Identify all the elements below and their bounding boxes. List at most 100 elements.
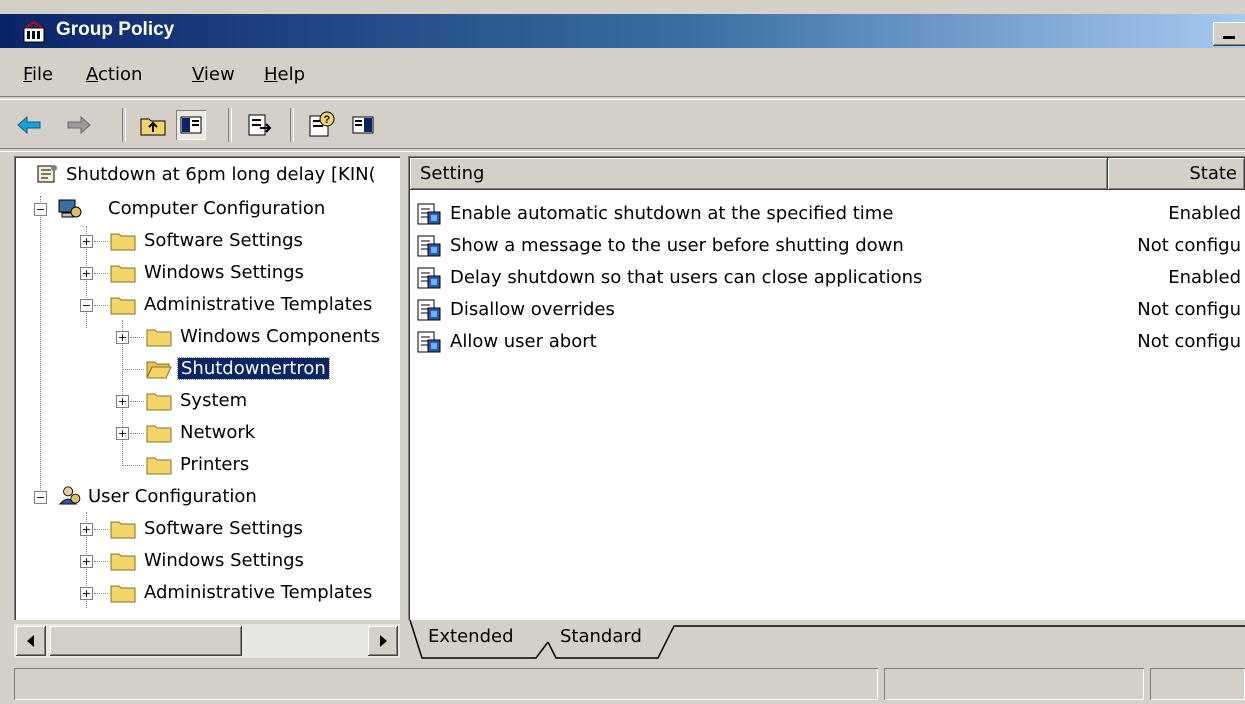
svg-text:?: ?: [324, 114, 331, 126]
column-header-label: State: [1189, 163, 1237, 184]
tree-item-computer-configuration[interactable]: − Computer Configuration: [14, 194, 400, 224]
tree-connector: [130, 433, 144, 434]
tree-label-selected: Shutdownertron: [177, 357, 330, 380]
tree-item-windows-settings[interactable]: + Windows Settings: [14, 258, 400, 288]
left-arrow-icon: [27, 635, 34, 647]
tree-item-software-settings[interactable]: + Software Settings: [14, 514, 400, 544]
setting-state: Not configu: [1137, 331, 1241, 352]
minimize-button[interactable]: [1213, 22, 1245, 46]
scroll-thumb[interactable]: [50, 626, 242, 656]
tab-outline: [409, 620, 1245, 659]
view-tabs: Extended Standard: [408, 620, 1245, 660]
tree-item-windows-settings[interactable]: + Windows Settings: [14, 546, 400, 576]
right-arrow-icon: [380, 635, 387, 647]
collapse-icon[interactable]: −: [34, 203, 47, 216]
menu-file[interactable]: File: [23, 64, 53, 85]
setting-row[interactable]: Enable automatic shutdown at the specifi…: [408, 198, 1245, 230]
tree-item-administrative-templates[interactable]: − Administrative Templates: [14, 290, 400, 320]
tree-item-windows-components[interactable]: + Windows Components: [14, 322, 400, 352]
setting-name: Enable automatic shutdown at the specifi…: [450, 203, 894, 224]
toolbar-separator: [290, 108, 294, 142]
tree-label: Computer Configuration: [108, 198, 326, 219]
tree-label: System: [180, 390, 248, 411]
scroll-left-button[interactable]: [16, 626, 46, 656]
setting-row[interactable]: Disallow overrides Not configu: [408, 294, 1245, 326]
tab-extended[interactable]: Extended: [428, 620, 514, 656]
column-header-state[interactable]: State: [1108, 158, 1245, 190]
menu-view[interactable]: View: [192, 64, 235, 85]
console-tree[interactable]: Shutdown at 6pm long delay [KIN( − Compu…: [14, 156, 400, 620]
export-list-icon[interactable]: [244, 110, 274, 140]
tree-item-administrative-templates[interactable]: + Administrative Templates: [14, 578, 400, 608]
setting-state: Enabled: [1168, 203, 1241, 224]
setting-row[interactable]: Allow user abort Not configu: [408, 326, 1245, 358]
collapse-icon[interactable]: −: [34, 491, 47, 504]
tree-connector: [94, 241, 108, 242]
show-hide-action-pane-icon[interactable]: [348, 110, 378, 140]
tree-connector: [94, 273, 108, 274]
show-hide-tree-icon[interactable]: [176, 110, 206, 140]
tree-label: Windows Settings: [144, 550, 304, 571]
help-icon[interactable]: ?: [306, 110, 336, 140]
tree-connector: [94, 561, 108, 562]
expand-icon[interactable]: +: [80, 523, 93, 536]
status-cell: [1150, 668, 1245, 700]
expand-icon[interactable]: +: [116, 395, 129, 408]
expand-icon[interactable]: +: [80, 235, 93, 248]
scroll-right-button[interactable]: [368, 626, 398, 656]
expand-icon[interactable]: +: [116, 331, 129, 344]
tree-item-user-configuration[interactable]: − User Configuration: [14, 482, 400, 512]
tree-label: Windows Components: [180, 326, 380, 347]
setting-row[interactable]: Show a message to the user before shutti…: [408, 230, 1245, 262]
collapse-icon[interactable]: −: [80, 299, 93, 312]
expand-icon[interactable]: +: [116, 427, 129, 440]
group-policy-icon: [23, 20, 45, 43]
folder-icon: [110, 521, 136, 539]
tree-horizontal-scrollbar[interactable]: [14, 624, 400, 658]
expand-icon[interactable]: +: [80, 555, 93, 568]
tree-root[interactable]: Shutdown at 6pm long delay [KIN(: [14, 160, 400, 190]
toolbar-separator-line: [0, 148, 1245, 152]
back-arrow-icon[interactable]: [14, 110, 44, 140]
status-cell: [884, 668, 1144, 700]
expand-icon[interactable]: +: [80, 267, 93, 280]
tab-standard[interactable]: Standard: [560, 620, 642, 656]
toolbar-separator: [122, 108, 126, 142]
column-header-setting[interactable]: Setting: [410, 158, 1108, 190]
setting-name: Delay shutdown so that users can close a…: [450, 267, 923, 288]
setting-state: Enabled: [1168, 267, 1241, 288]
up-one-level-icon[interactable]: [138, 110, 168, 140]
folder-icon: [146, 425, 172, 443]
folder-icon: [110, 265, 136, 283]
folder-icon: [110, 585, 136, 603]
expand-icon[interactable]: +: [80, 587, 93, 600]
folder-icon: [146, 393, 172, 411]
tree-label: User Configuration: [88, 486, 257, 507]
forward-arrow-icon[interactable]: [64, 110, 94, 140]
tree-item-system[interactable]: + System: [14, 386, 400, 416]
toolbar-separator: [228, 108, 232, 142]
folder-icon: [146, 329, 172, 347]
tree-item-printers[interactable]: Printers: [14, 450, 400, 480]
policy-setting-icon: [417, 299, 441, 321]
setting-name: Show a message to the user before shutti…: [450, 235, 904, 256]
menu-action[interactable]: Action: [86, 64, 142, 85]
status-bar: [0, 664, 1245, 704]
setting-state: Not configu: [1137, 235, 1241, 256]
tree-item-software-settings[interactable]: + Software Settings: [14, 226, 400, 256]
policy-setting-icon: [417, 267, 441, 289]
window-title: Group Policy: [56, 19, 175, 40]
folder-icon: [110, 297, 136, 315]
settings-list[interactable]: Setting State Enable automatic shutdown …: [408, 156, 1245, 620]
tree-item-network[interactable]: + Network: [14, 418, 400, 448]
menu-bar: File Action View Help: [0, 56, 1245, 96]
tree-label: Software Settings: [144, 230, 303, 251]
setting-row[interactable]: Delay shutdown so that users can close a…: [408, 262, 1245, 294]
tree-connector: [122, 369, 144, 370]
tree-label: Network: [180, 422, 256, 443]
tree-root-label: Shutdown at 6pm long delay [KIN(: [66, 164, 376, 185]
computer-icon: [58, 199, 82, 218]
tree-item-shutdownertron[interactable]: Shutdownertron: [14, 354, 400, 384]
policy-setting-icon: [417, 235, 441, 257]
menu-help[interactable]: Help: [264, 64, 305, 85]
